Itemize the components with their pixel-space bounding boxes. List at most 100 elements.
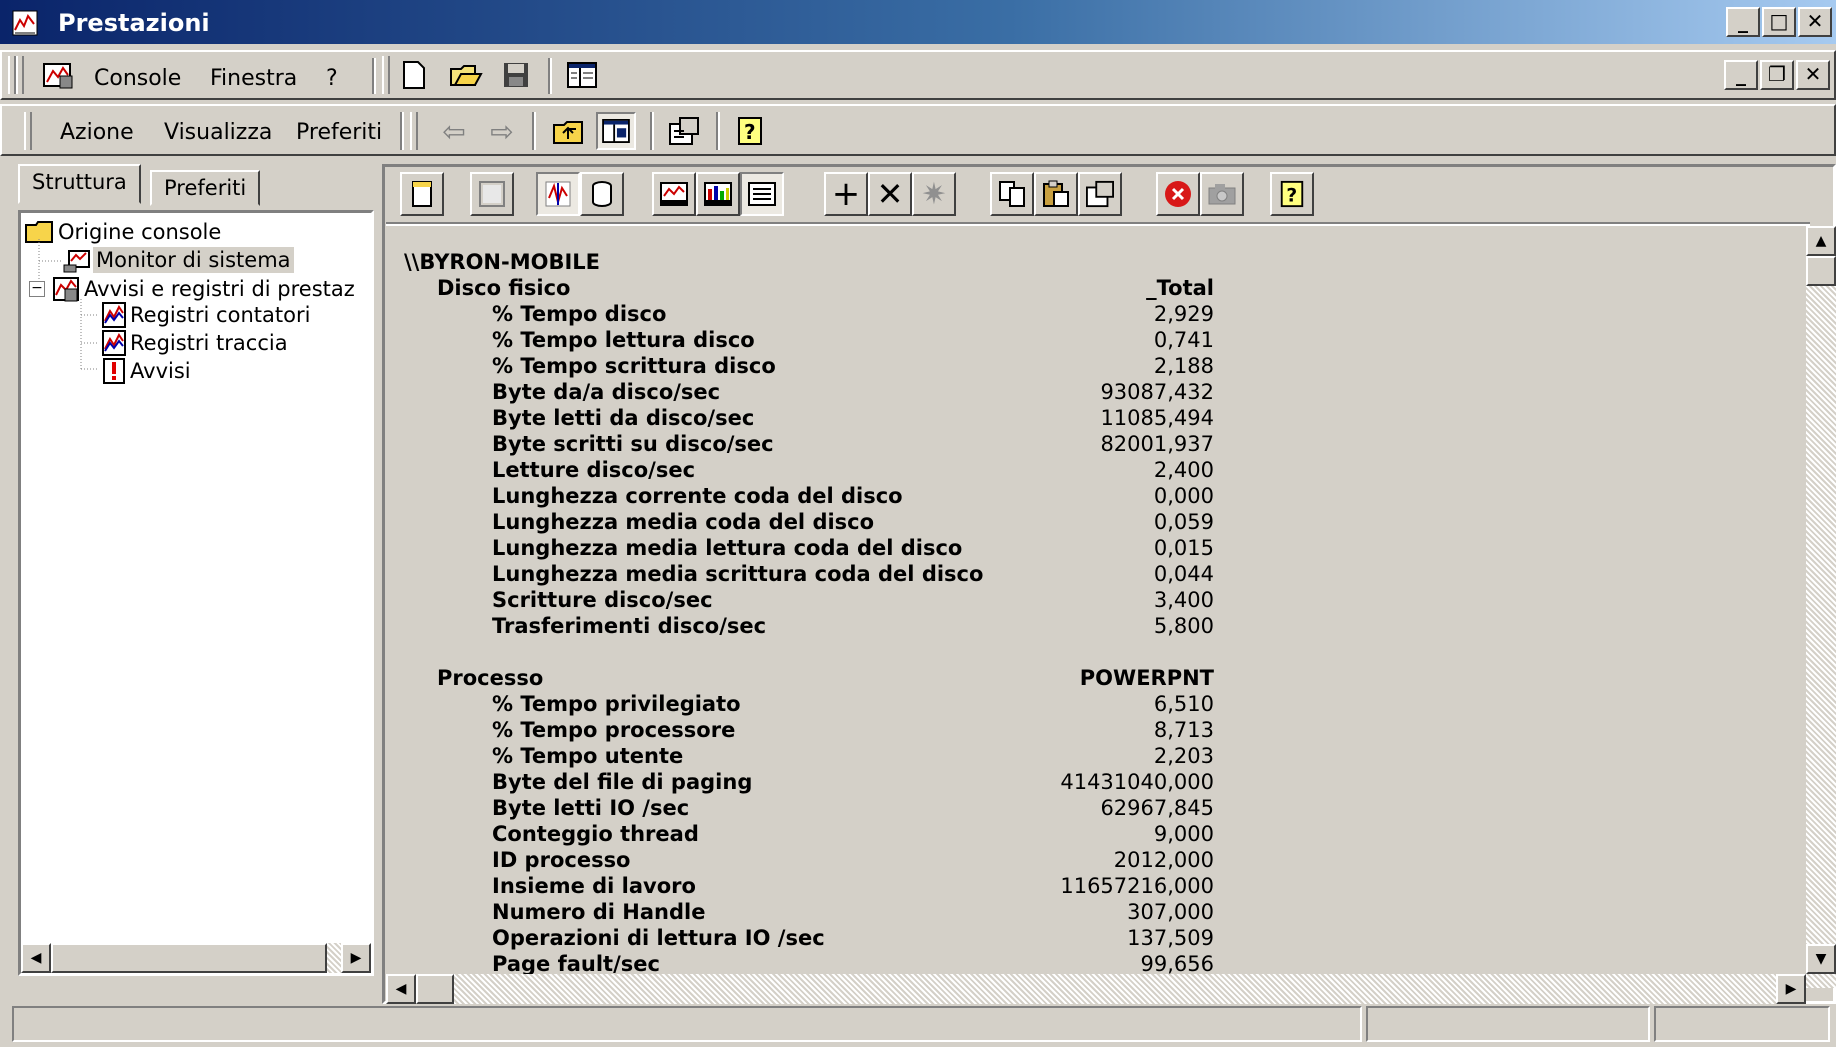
freeze-display-button[interactable] — [1156, 172, 1200, 216]
view-report-button[interactable] — [740, 172, 784, 216]
delete-x-icon: ✕ — [876, 175, 904, 213]
menu-grip-2 — [16, 56, 24, 94]
report-counter-value: 8,713 — [1153, 718, 1214, 742]
scroll-right-button[interactable]: ▶ — [341, 943, 371, 973]
separator — [548, 58, 552, 94]
counter-log-icon — [102, 302, 126, 328]
tab-preferiti[interactable]: Preferiti — [150, 170, 261, 206]
system-monitor-icon — [63, 250, 90, 273]
child-restore-button[interactable]: ❐ — [1760, 60, 1794, 90]
back-button[interactable]: ⇦ — [434, 112, 474, 150]
toolbar-grip[interactable] — [382, 56, 390, 94]
graph-view-icon — [660, 182, 688, 206]
tree-hscroll-thumb[interactable] — [51, 943, 327, 973]
status-pane-2 — [1366, 1006, 1650, 1042]
clear-display-button[interactable] — [470, 172, 514, 216]
menu-visualizza[interactable]: Visualizza — [164, 120, 272, 145]
new-counter-set-button[interactable] — [400, 172, 444, 216]
scroll-up-button[interactable]: ▲ — [1806, 226, 1836, 256]
trace-log-icon — [102, 330, 126, 356]
svg-text:?: ? — [744, 120, 756, 144]
child-minimize-button[interactable]: _ — [1724, 60, 1758, 90]
collapse-toggle-icon[interactable]: − — [29, 281, 45, 297]
histogram-view-icon — [704, 182, 732, 206]
report-counter-value: 2012,000 — [1113, 848, 1214, 872]
up-arrow-icon: ▲ — [1815, 233, 1827, 249]
tree-item-trace-logs[interactable]: Registri traccia — [101, 329, 291, 357]
report-counter-value: 0,000 — [1153, 484, 1214, 508]
highlight-icon: ✷ — [921, 176, 947, 212]
forward-button[interactable]: ⇨ — [482, 112, 522, 150]
report-counter-value: 9,000 — [1153, 822, 1214, 846]
properties-button[interactable] — [664, 112, 704, 150]
scroll-down-button[interactable]: ▼ — [1806, 944, 1836, 974]
report-counter-value: 11657216,000 — [1060, 874, 1214, 898]
sysmon-help-button[interactable]: ? — [1270, 172, 1314, 216]
save-disk-icon — [504, 63, 528, 87]
save-button[interactable] — [496, 56, 536, 94]
scroll-left-button[interactable]: ◀ — [21, 943, 51, 973]
action-grip[interactable] — [24, 112, 32, 150]
view-graph-button[interactable] — [652, 172, 696, 216]
tree-item-alerts[interactable]: Avvisi — [101, 357, 194, 385]
show-hide-console-tree-button[interactable] — [596, 112, 636, 150]
status-bar — [0, 1000, 1836, 1047]
copy-properties-button[interactable] — [990, 172, 1034, 216]
view-histogram-button[interactable] — [696, 172, 740, 216]
toolbar-divider — [386, 222, 1810, 226]
report-counter-value: 11085,494 — [1100, 406, 1214, 430]
menu-console[interactable]: Console — [94, 66, 181, 91]
report-counter-value: 5,800 — [1153, 614, 1214, 638]
nav-grip[interactable] — [410, 112, 418, 150]
child-close-button[interactable]: ✕ — [1796, 60, 1830, 90]
action-bar: Azione Visualizza Preferiti ⇦ ⇨ ? — [0, 104, 1836, 156]
freeze-stop-icon — [1165, 181, 1191, 207]
open-folder-icon — [450, 65, 483, 86]
alert-icon — [103, 358, 125, 384]
delete-counter-button[interactable]: ✕ — [868, 172, 912, 216]
clear-display-icon — [479, 181, 505, 207]
close-button[interactable]: ✕ — [1798, 7, 1832, 37]
report-counter-value: 2,929 — [1153, 302, 1214, 326]
report-counter-value: 41431040,000 — [1060, 770, 1214, 794]
menu-grip[interactable] — [8, 56, 16, 94]
close-icon: ✕ — [1804, 62, 1822, 86]
open-button[interactable] — [446, 56, 486, 94]
tree-item-counter-logs[interactable]: Registri contatori — [101, 301, 313, 329]
new-button[interactable] — [394, 56, 434, 94]
copy-icon — [999, 181, 1025, 207]
tab-struttura[interactable]: Struttura — [18, 164, 141, 204]
tree-item-label: Avvisi — [130, 359, 191, 383]
report-counter-value: 62967,845 — [1100, 796, 1214, 820]
up-folder-icon — [553, 121, 583, 144]
status-pane-3 — [1654, 1006, 1830, 1042]
properties-icon — [1086, 180, 1114, 208]
maximize-button[interactable]: □ — [1762, 7, 1796, 37]
down-arrow-icon: ▼ — [1815, 951, 1827, 967]
left-arrow-icon: ◀ — [30, 950, 42, 966]
view-log-data-button[interactable] — [580, 172, 624, 216]
view-current-activity-button[interactable] — [536, 172, 580, 216]
help-button[interactable]: ? — [730, 112, 770, 150]
minimize-button[interactable]: _ — [1726, 7, 1760, 37]
add-counter-button[interactable]: + — [824, 172, 868, 216]
vscroll-thumb[interactable] — [1806, 256, 1836, 286]
tree-item-system-monitor[interactable]: Monitor di sistema — [63, 247, 294, 273]
sysmon-properties-button[interactable] — [1078, 172, 1122, 216]
paste-counter-list-button[interactable] — [1034, 172, 1078, 216]
menu-help[interactable]: ? — [326, 66, 338, 91]
menu-preferiti[interactable]: Preferiti — [296, 120, 382, 145]
up-level-button[interactable] — [548, 112, 588, 150]
report-vscrollbar[interactable] — [1806, 226, 1836, 988]
minimize-icon: _ — [1736, 62, 1746, 86]
report-machine-name: \\BYRON-MOBILE — [404, 250, 601, 274]
update-data-button[interactable] — [1200, 172, 1244, 216]
menu-finestra[interactable]: Finestra — [210, 66, 297, 91]
add-icon: + — [831, 174, 861, 214]
menu-azione[interactable]: Azione — [60, 120, 134, 145]
show-hide-tree-button[interactable] — [562, 56, 602, 94]
performance-app-icon — [12, 10, 38, 42]
highlight-button[interactable]: ✷ — [912, 172, 956, 216]
new-document-icon — [403, 61, 425, 89]
tree-item-performance-logs[interactable]: − Avvisi e registri di prestaz — [29, 275, 358, 303]
